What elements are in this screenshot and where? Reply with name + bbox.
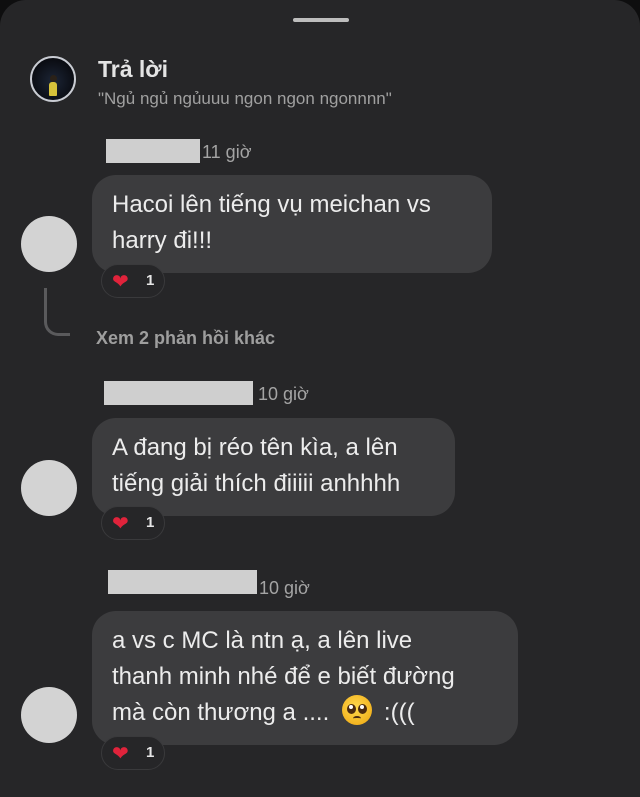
comment-text-fragment: mà còn thương a ....	[112, 699, 330, 726]
post-caption: "Ngủ ngủ ngủuuu ngon ngon ngonnnn"	[98, 89, 392, 108]
comment-time: 10 giờ	[259, 578, 310, 598]
sheet-title: Trả lời	[98, 56, 169, 82]
heart-icon: ❤	[112, 269, 129, 293]
comment-text-line: harry đi!!!	[112, 227, 213, 254]
avatar-figure-body	[49, 82, 57, 96]
comment-text-line: a vs c MC là ntn ạ, a lên live	[112, 627, 413, 654]
comment-text-line: tiếng giải thích điiiii anhhhh	[112, 470, 401, 497]
reaction-badge[interactable]: ❤ 1	[101, 506, 165, 540]
redacted-username	[106, 139, 200, 163]
view-more-replies-link[interactable]: Xem 2 phản hồi khác	[96, 328, 275, 349]
thread-connector	[44, 288, 70, 336]
comment-text-line-with-emoji: mà còn thương a .... :(((	[112, 695, 492, 731]
commenter-avatar[interactable]	[21, 216, 77, 272]
post-author-avatar[interactable]	[30, 56, 76, 102]
reaction-badge[interactable]: ❤ 1	[101, 264, 165, 298]
reaction-count: 1	[146, 272, 155, 289]
reply-sheet: Trả lời "Ngủ ngủ ngủuuu ngon ngon ngonnn…	[0, 0, 640, 797]
comment-bubble[interactable]: Hacoi lên tiếng vụ meichan vs harry đi!!…	[92, 175, 492, 273]
reaction-count: 1	[146, 514, 155, 531]
commenter-avatar[interactable]	[21, 687, 77, 743]
comment-bubble[interactable]: a vs c MC là ntn ạ, a lên live thanh min…	[92, 611, 518, 745]
comment-bubble[interactable]: A đang bị réo tên kìa, a lên tiếng giải …	[92, 418, 455, 516]
redacted-username	[104, 381, 253, 405]
pleading-face-emoji	[341, 695, 372, 725]
comment-time: 10 giờ	[258, 384, 309, 404]
comment-text-fragment: :(((	[383, 699, 415, 726]
redacted-username	[108, 570, 257, 594]
reaction-count: 1	[146, 744, 155, 761]
reaction-badge[interactable]: ❤ 1	[101, 736, 165, 770]
avatar-figure-head	[50, 75, 57, 82]
comment-time: 11 giờ	[202, 142, 252, 162]
comment-text-line: A đang bị réo tên kìa, a lên	[112, 434, 398, 461]
drag-handle[interactable]	[293, 18, 349, 22]
heart-icon: ❤	[112, 511, 129, 535]
commenter-avatar[interactable]	[21, 460, 77, 516]
comment-text-line: thanh minh nhé để e biết đường	[112, 663, 455, 690]
heart-icon: ❤	[112, 741, 129, 765]
comment-text-line: Hacoi lên tiếng vụ meichan vs	[112, 191, 431, 218]
